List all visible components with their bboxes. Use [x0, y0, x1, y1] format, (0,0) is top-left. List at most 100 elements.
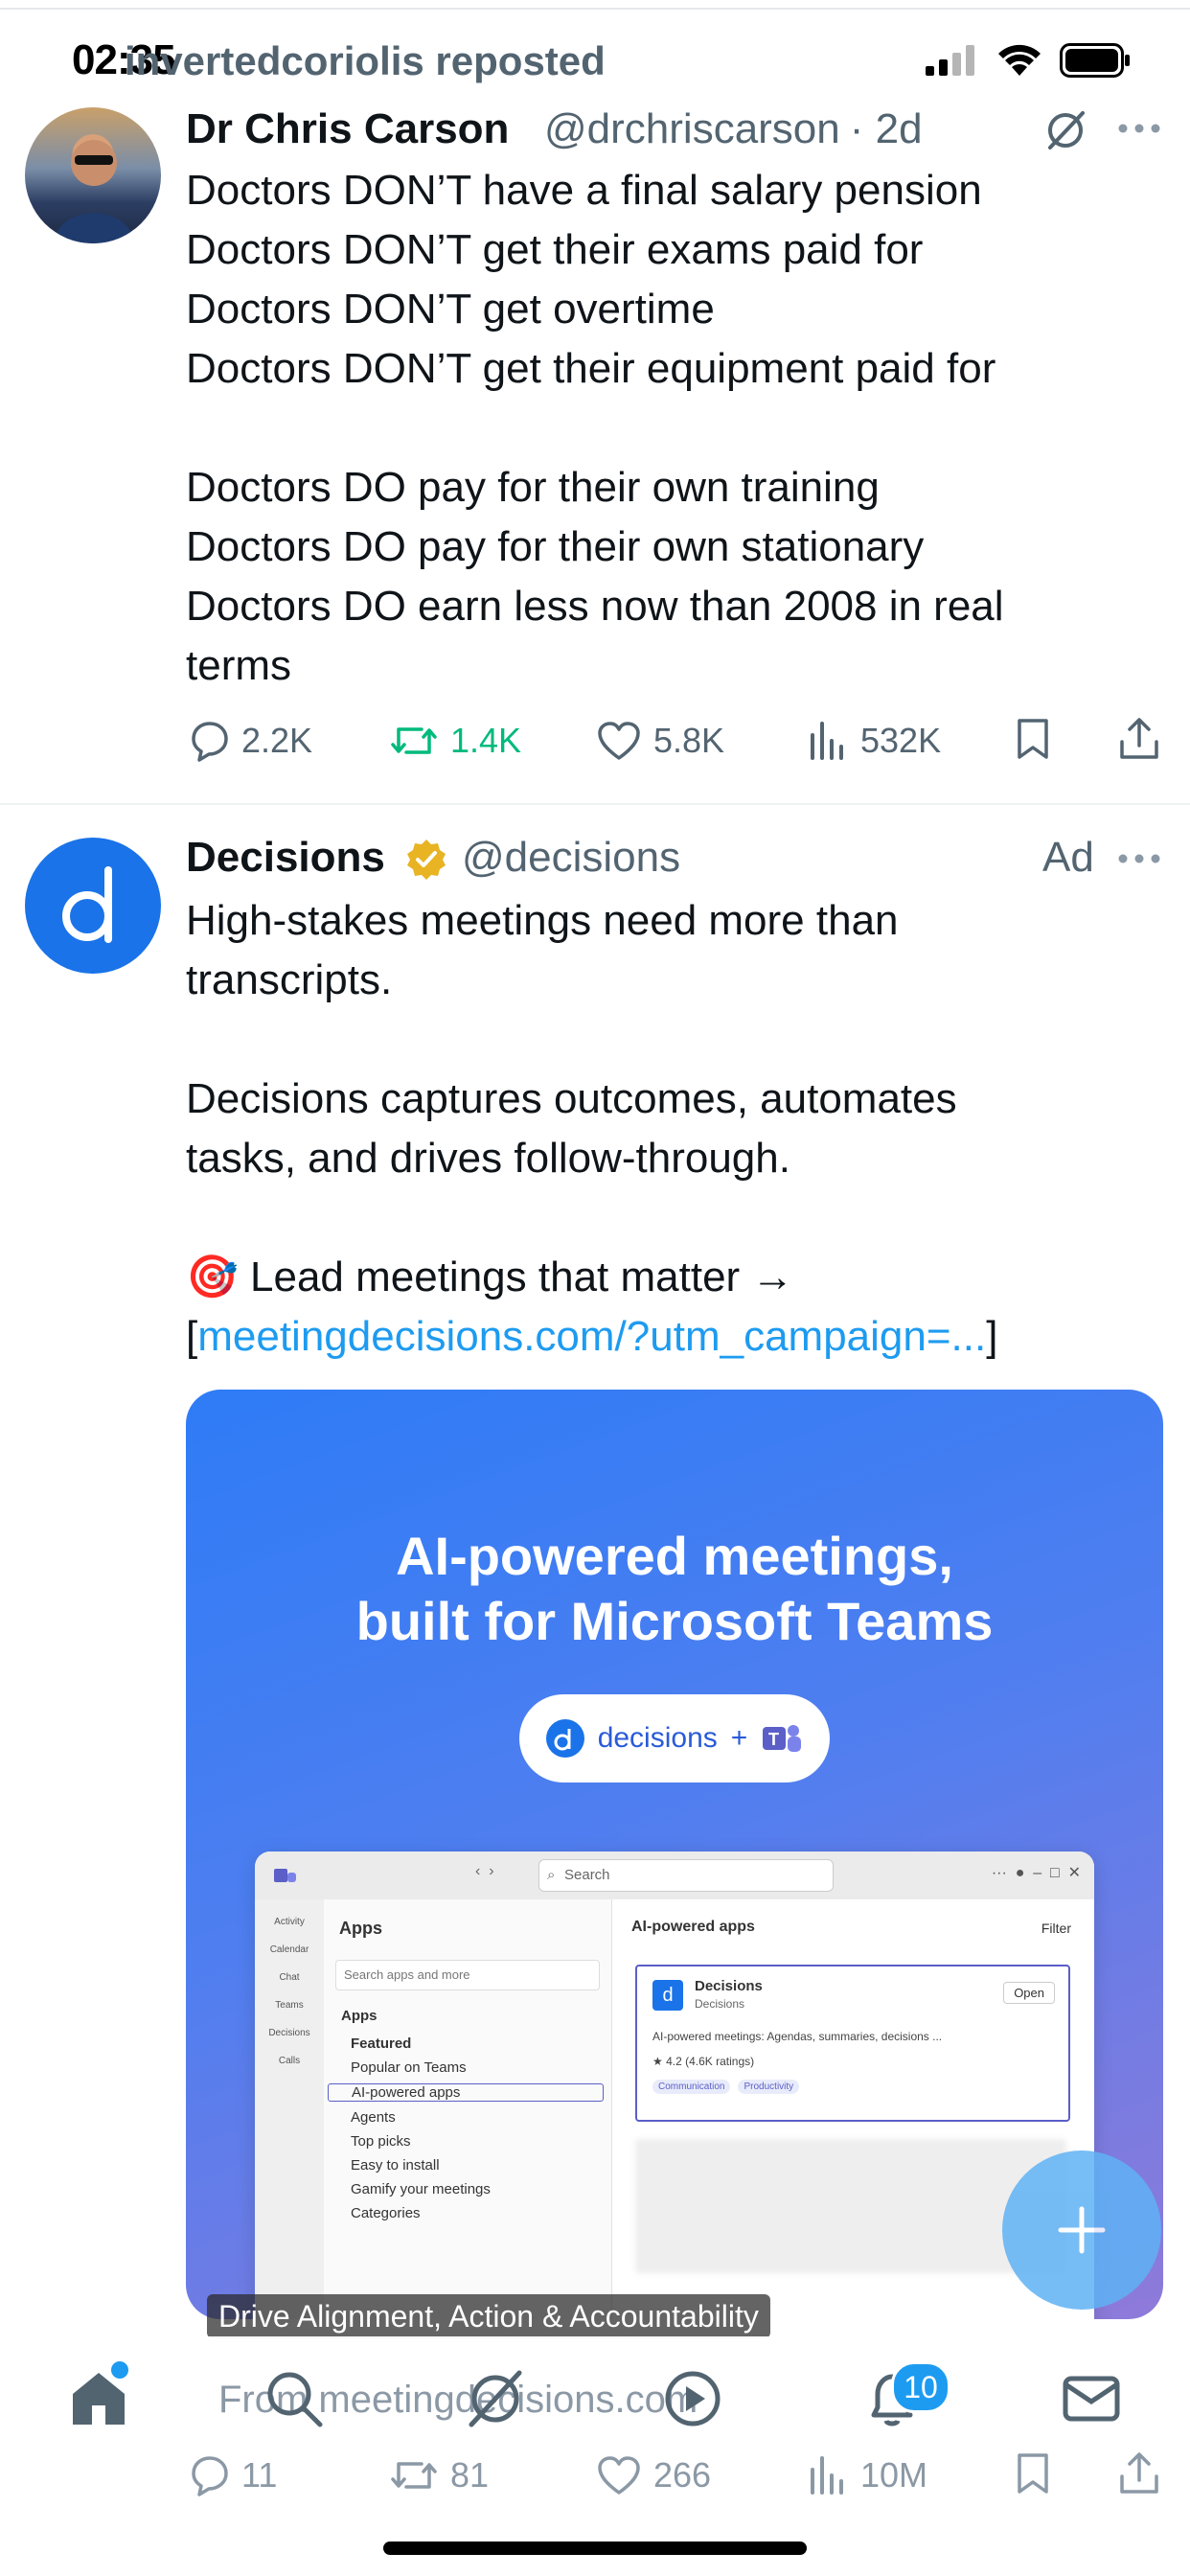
- tweet2-text[interactable]: High-stakes meetings need more than tran…: [186, 891, 1154, 1367]
- apps-menu-item: Gamify your meetings: [351, 2181, 491, 2197]
- tweet2-handle[interactable]: @decisions: [462, 834, 680, 882]
- decisions-app-card: d Decisions Decisions Open AI-powered me…: [635, 1965, 1070, 2122]
- heart-icon: [598, 2456, 640, 2495]
- status-icons: [926, 43, 1133, 78]
- apps-menu-item: Top picks: [351, 2133, 411, 2150]
- reply-button[interactable]: 2.2K: [186, 720, 312, 762]
- rail-item: Activity: [274, 1917, 305, 1927]
- reply-icon: [192, 722, 228, 762]
- share-icon[interactable]: [1117, 717, 1161, 761]
- compose-button[interactable]: [1002, 2150, 1161, 2310]
- messages-icon[interactable]: [1060, 2367, 1123, 2430]
- tweet1-time[interactable]: · 2d: [850, 105, 923, 153]
- decisions-logo-icon: [62, 866, 112, 943]
- apps-menu-item: Featured: [351, 2036, 412, 2052]
- tweet2-line: Decisions captures outcomes, automates: [186, 1075, 957, 1122]
- teams-logo-icon: T: [763, 1725, 802, 1752]
- home-indicator[interactable]: [383, 2542, 807, 2555]
- tweet1-text[interactable]: Doctors DON’T have a final salary pensio…: [186, 161, 1144, 696]
- wifi-icon: [998, 44, 1041, 76]
- heart-icon: [598, 722, 640, 760]
- bookmark-icon[interactable]: [1014, 2451, 1052, 2496]
- teams-titlebar: ‹ › ⌕ Search ··· ● – □ ✕: [255, 1852, 1094, 1899]
- app-sub: Decisions: [695, 1997, 745, 2011]
- nav-arrows: ‹ ›: [475, 1863, 494, 1879]
- search-icon[interactable]: [263, 2367, 326, 2430]
- rating-text: 4.2 (4.6K ratings): [666, 2055, 755, 2068]
- like-count: 5.8K: [653, 721, 725, 760]
- tweet1-line: Doctors DON’T get overtime: [186, 286, 715, 333]
- tweet1-line: [186, 399, 1144, 458]
- teams-rail: Activity Calendar Chat Teams Decisions C…: [255, 1899, 324, 2319]
- tweet2-link-line: [meetingdecisions.com/?utm_campaign=...]: [186, 1307, 1154, 1367]
- tweet2-line: [186, 1010, 1154, 1070]
- tweet1-line: Doctors DO pay for their own stationary: [186, 523, 925, 570]
- bookmark-icon[interactable]: [1014, 717, 1052, 761]
- app-name: Decisions: [695, 1978, 763, 1994]
- repost-text: invertedcoriolis reposted: [125, 38, 606, 83]
- repost-count: 81: [450, 2455, 490, 2495]
- tweet1-line: Doctors DON’T get their equipment paid f…: [186, 345, 996, 392]
- avatar-decisions[interactable]: [25, 838, 161, 974]
- ad-label: Ad: [1042, 834, 1094, 881]
- plus-icon: [1058, 2206, 1106, 2254]
- share-icon[interactable]: [1117, 2451, 1161, 2496]
- teams-search: ⌕ Search: [538, 1859, 834, 1892]
- more-options-icon[interactable]: [1117, 853, 1161, 864]
- top-divider: [0, 8, 1190, 10]
- link-bracket: [: [186, 1313, 198, 1360]
- app-rating: ★ 4.2 (4.6K ratings): [652, 2055, 755, 2068]
- views-icon: [811, 2456, 843, 2495]
- app-desc: AI-powered meetings: Agendas, summaries,…: [652, 2030, 943, 2043]
- apps-menu-item: Categories: [351, 2205, 421, 2221]
- tweet1-handle[interactable]: @drchriscarson: [544, 105, 840, 153]
- apps-section: Apps: [341, 2008, 378, 2024]
- teams-apps-panel: Apps Search apps and more Apps Featured …: [324, 1899, 612, 2319]
- tweet-divider: [0, 803, 1190, 805]
- grok-icon[interactable]: [1044, 109, 1087, 151]
- signal-icon: [926, 45, 974, 76]
- like-count: 266: [653, 2455, 712, 2495]
- decisions-logo-icon: [545, 1719, 584, 1758]
- views-button[interactable]: 10M: [807, 2454, 927, 2496]
- link-bracket: ]: [986, 1313, 998, 1360]
- tweet2-line: transcripts.: [186, 956, 393, 1003]
- apps-menu-item: Popular on Teams: [351, 2059, 467, 2076]
- tweet2-line: [186, 1188, 1154, 1248]
- blurred-app-card: [635, 2139, 1066, 2273]
- tweet2-actions: 11 81 266 10M: [186, 2451, 1163, 2499]
- communities-icon[interactable]: [661, 2367, 724, 2430]
- teams-logo-icon: [274, 1869, 296, 1882]
- tweet1-author-name[interactable]: Dr Chris Carson: [186, 105, 509, 153]
- like-button[interactable]: 266: [596, 2454, 711, 2496]
- pill-plus: +: [730, 1722, 748, 1754]
- ad-card-title-line: built for Microsoft Teams: [355, 1591, 994, 1651]
- repost-button[interactable]: 1.4K: [389, 721, 521, 761]
- svg-text:T: T: [768, 1730, 779, 1749]
- reply-count: 11: [241, 2455, 278, 2495]
- like-button[interactable]: 5.8K: [596, 720, 724, 762]
- avatar-chris-carson[interactable]: [25, 107, 161, 243]
- app-tags: Communication Productivity: [652, 2080, 800, 2094]
- ad-link[interactable]: meetingdecisions.com/?utm_campaign=...: [197, 1313, 986, 1360]
- tweet2-author-name[interactable]: Decisions: [186, 834, 385, 882]
- notifications-badge: 10: [891, 2361, 950, 2413]
- tweet1-line: Doctors DO pay for their own training: [186, 464, 880, 511]
- reply-button[interactable]: 11: [186, 2454, 277, 2496]
- views-icon: [811, 722, 843, 760]
- grok-icon[interactable]: [464, 2367, 527, 2430]
- repost-indicator[interactable]: invertedcoriolis reposted: [125, 38, 606, 84]
- apps-search: Search apps and more: [335, 1960, 600, 1990]
- tweet1-actions: 2.2K 1.4K 5.8K 532K: [186, 717, 1163, 765]
- views-count: 10M: [860, 2455, 928, 2495]
- reply-count: 2.2K: [241, 721, 313, 760]
- rail-item: Decisions: [268, 2028, 310, 2038]
- app-tag: Productivity: [738, 2080, 800, 2094]
- more-options-icon[interactable]: [1117, 123, 1161, 134]
- search-icon: ⌕: [547, 1867, 556, 1883]
- repost-button[interactable]: 81: [389, 2455, 489, 2496]
- ad-card-image[interactable]: AI-powered meetings, built for Microsoft…: [186, 1390, 1163, 2319]
- views-button[interactable]: 532K: [807, 720, 941, 762]
- apps-menu-item: Easy to install: [351, 2157, 440, 2174]
- rail-item: Chat: [279, 1972, 300, 1983]
